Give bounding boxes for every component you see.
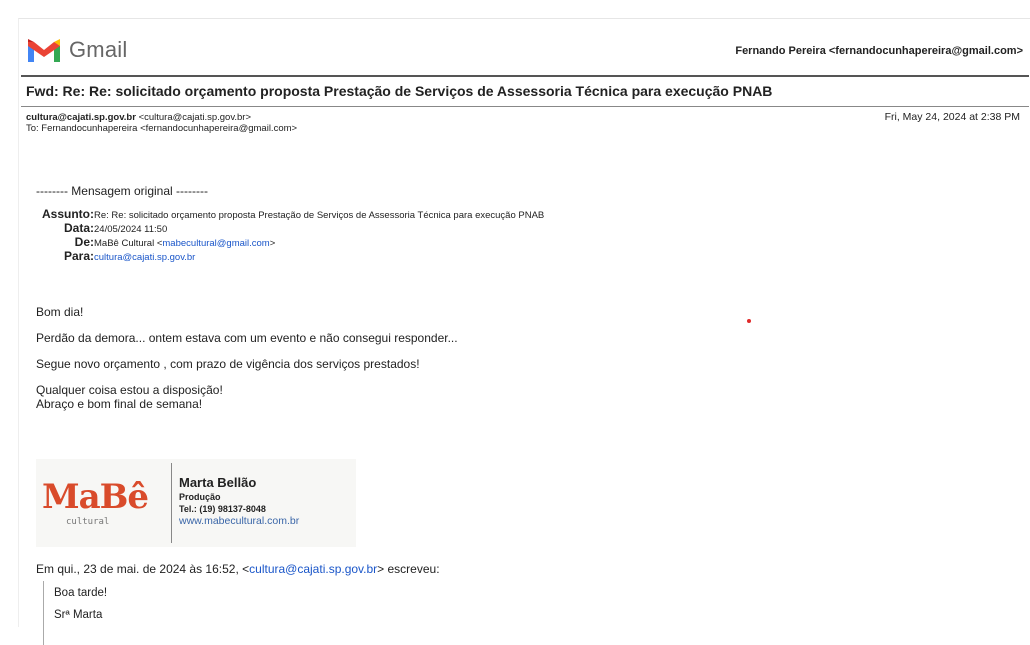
original-message-header: -------- Mensagem original -------- [36,184,208,198]
sender-address: <cultura@cajati.sp.gov.br> [138,112,252,123]
gmail-wordmark: Gmail [69,37,128,62]
label-assunto: Assunto: [42,207,94,221]
sender-email: cultura@cajati.sp.gov.br [26,112,136,123]
value-de-close: > [269,238,276,249]
recipient: To: Fernandocunhapereira <fernandocunhap… [26,123,298,134]
signature-role: Produção [179,492,221,502]
quoted-intro-before: Em qui., 23 de mai. de 2024 às 16:52, < [36,562,250,576]
quoted-line-1: Boa tarde! [54,587,108,599]
quoted-intro-email-link[interactable]: cultura@cajati.sp.gov.br [249,562,377,576]
quoted-line-2: Srª Marta [54,609,103,621]
value-de-name: MaBê Cultural < [94,238,163,249]
email-subject: Fwd: Re: Re: solicitado orçamento propos… [26,83,773,99]
quoted-intro: Em qui., 23 de mai. de 2024 às 16:52, <c… [36,562,440,576]
label-para: Para: [63,249,94,263]
value-de-email-link[interactable]: mabecultural@gmail.com [162,238,269,249]
header-divider [21,75,1029,77]
email-meta: cultura@cajati.sp.gov.br <cultura@cajati… [26,111,1022,135]
mabe-logo-text: MaBê [42,477,149,517]
body-line-4: Abraço e bom final de semana! [36,397,203,411]
subject-divider [21,106,1029,107]
value-para-link[interactable]: cultura@cajati.sp.gov.br [94,252,195,263]
value-data: 24/05/2024 11:50 [94,224,168,235]
account-label: Fernando Pereira <fernandocunhapereira@g… [735,45,1023,57]
field-assunto: Assunto:Re: Re: solicitado orçamento pro… [36,208,1016,222]
red-dot-mark [747,319,751,323]
field-de: De:MaBê Cultural <mabecultural@gmail.com… [36,236,1016,250]
sender: cultura@cajati.sp.gov.br <cultura@cajati… [26,112,1022,123]
body-line-1: Perdão da demora... ontem estava com um … [36,331,458,345]
mabe-logo-subtext: cultural [66,517,110,527]
signature-details: Marta Bellão Produção Tel.: (19) 98137-8… [179,475,299,527]
signature-phone: Tel.: (19) 98137-8048 [179,504,266,514]
quoted-message: Boa tarde! Srª Marta [43,581,107,645]
body-line-2: Segue novo orçamento , com prazo de vigê… [36,357,420,371]
gmail-header: Gmail Fernando Pereira <fernandocunhaper… [27,35,1029,69]
field-para: Para:cultura@cajati.sp.gov.br [36,250,1016,264]
mabe-logo: MaBê cultural [38,477,158,537]
signature-divider [171,463,172,543]
gmail-logo-icon [28,39,60,62]
original-fields: Assunto:Re: Re: solicitado orçamento pro… [36,208,1016,264]
label-data: Data: [63,221,94,235]
field-data: Data:24/05/2024 11:50 [36,222,1016,236]
email-body: -------- Mensagem original -------- Assu… [36,184,1016,411]
label-de: De: [74,235,94,249]
signature-website-link[interactable]: www.mabecultural.com.br [179,515,299,527]
body-greeting: Bom dia! [36,305,84,319]
body-line-3: Qualquer coisa estou a disposição! [36,383,223,397]
email-signature: MaBê cultural Marta Bellão Produção Tel.… [36,459,356,547]
email-date: Fri, May 24, 2024 at 2:38 PM [884,111,1020,123]
value-assunto: Re: Re: solicitado orçamento proposta Pr… [94,210,545,221]
quoted-intro-after: > escreveu: [377,562,440,576]
signature-name: Marta Bellão [179,475,257,490]
email-print-page: Gmail Fernando Pereira <fernandocunhaper… [18,18,1030,645]
